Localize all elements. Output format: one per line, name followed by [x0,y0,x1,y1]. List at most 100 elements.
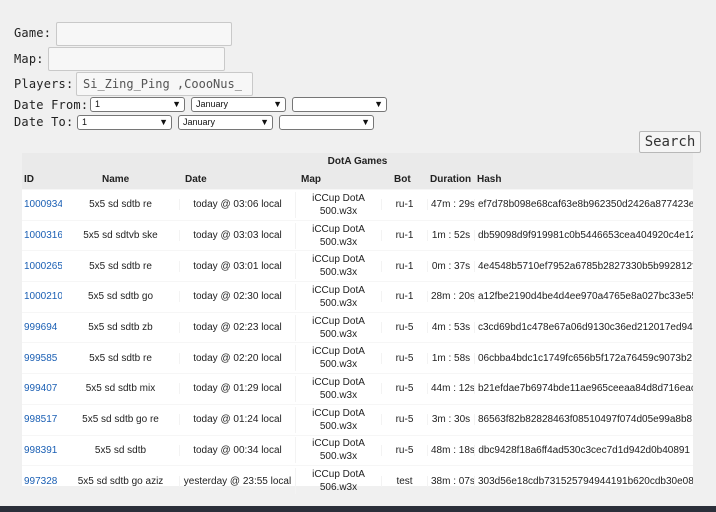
game-duration-cell: 0m : 37s [427,260,474,272]
header-bot: Bot [394,174,411,185]
game-date-cell: today @ 02:23 local [179,322,295,334]
date-from-day-select[interactable]: 1 ▼ [90,97,185,112]
game-hash-cell: 303d56e18cdb731525794944191b620cdb30e08f [474,475,693,487]
game-id-cell: 1000265 [22,261,62,272]
map-input[interactable] [48,47,225,71]
bottom-bar [0,506,716,512]
game-bot-cell: ru-1 [381,260,427,272]
game-name-cell: 5x5 sd sdtb [94,444,147,456]
game-id-link[interactable]: 1000934 [24,199,62,210]
table-row: 999694 5x5 sd sdtb zb today @ 02:23 loca… [22,311,693,343]
chevron-down-icon: ▼ [374,99,383,109]
date-to-year-select[interactable]: ▼ [279,115,374,130]
game-bot-cell: ru-5 [381,414,427,426]
table-row: 1000210 5x5 sd sdtb go today @ 02:30 loc… [22,281,693,312]
game-id-link[interactable]: 999407 [24,383,57,394]
date-to-label: Date To: [14,115,74,129]
games-table: DotA Games ID Name Date Map Bot Duration… [22,153,693,495]
table-row: 997328 5x5 sd sdtb go aziz yesterday @ 2… [22,465,693,496]
game-id-cell: 1000934 [22,199,62,210]
game-date-cell: yesterday @ 23:55 local [179,475,295,487]
date-to-day-value: 1 [82,117,88,127]
table-row: 998391 5x5 sd sdtb today @ 00:34 local i… [22,434,693,466]
game-map-cell: iCCup DotA 500.w3x [295,283,381,310]
game-date-cell: today @ 02:20 local [179,352,295,364]
game-bot-cell: ru-1 [381,291,427,303]
header-map: Map [301,174,321,185]
game-map-cell: iCCup DotA 500.w3x [295,406,381,433]
game-hash-cell: 06cbba4bdc1c1749fc656b5f172a76459c9073b2 [474,352,693,364]
game-bot-cell: ru-5 [381,383,427,395]
chevron-down-icon: ▼ [273,99,282,109]
table-row: 1000265 5x5 sd sdtb re today @ 03:01 loc… [22,250,693,281]
game-id-link[interactable]: 1000316 [24,230,62,241]
game-name-cell: 5x5 sd sdtb go aziz [77,475,164,487]
game-name-cell: 5x5 sd sdtb zb [88,322,153,334]
game-hash-cell: ef7d78b098e68caf63e8b962350d2426a877423e [474,199,693,211]
game-duration-cell: 44m : 12s [427,383,474,395]
game-id-cell: 1000210 [22,291,62,302]
players-input[interactable]: Si_Zing_Ping ,CoooNus_ [76,72,253,96]
game-input[interactable] [56,22,232,46]
game-map-cell: iCCup DotA 506.w3x [295,468,381,495]
search-button[interactable]: Search [639,131,701,153]
date-from-month-value: January [196,99,229,109]
game-hash-cell: 4e4548b5710ef7952a6785b2827330b5b992812f [474,260,693,272]
game-hash-cell: a12fbe2190d4be4d4ee970a4765e8a027bc33e55 [474,291,693,303]
map-label: Map: [14,52,44,66]
game-duration-cell: 1m : 58s [427,352,474,364]
chevron-down-icon: ▼ [361,117,370,127]
game-bot-cell: test [381,475,427,487]
header-date: Date [185,174,207,185]
game-duration-cell: 3m : 30s [427,414,474,426]
date-from-month-select[interactable]: January ▼ [191,97,286,112]
game-hash-cell: dbc9428f18a6ff4ad530c3cec7d1d942d0b40891 [474,444,693,456]
game-map-cell: iCCup DotA 500.w3x [295,437,381,464]
game-bot-cell: ru-5 [381,322,427,334]
game-id-link[interactable]: 999585 [24,353,57,364]
game-id-cell: 998517 [22,414,62,425]
game-id-link[interactable]: 997328 [24,476,57,487]
table-row: 1000934 5x5 sd sdtb re today @ 03:06 loc… [22,189,693,220]
game-map-cell: iCCup DotA 500.w3x [295,253,381,280]
game-date-cell: today @ 02:30 local [179,291,295,303]
header-id: ID [24,174,34,185]
game-duration-cell: 4m : 53s [427,322,474,334]
date-to-day-select[interactable]: 1 ▼ [77,115,172,130]
date-from-year-select[interactable]: ▼ [292,97,387,112]
game-duration-cell: 47m : 29s [427,199,474,211]
game-date-cell: today @ 03:01 local [179,260,295,272]
chevron-down-icon: ▼ [172,99,181,109]
date-to-month-value: January [183,117,216,127]
game-hash-cell: 86563f82b82828463f08510497f074d05e99a8b8 [474,414,693,426]
game-map-cell: iCCup DotA 500.w3x [295,222,381,249]
game-bot-cell: ru-5 [381,444,427,456]
table-row: 999407 5x5 sd sdtb mix today @ 01:29 loc… [22,373,693,404]
table-row: 999585 5x5 sd sdtb re today @ 02:20 loca… [22,342,693,373]
game-map-cell: iCCup DotA 500.w3x [295,345,381,372]
header-name: Name [102,174,130,185]
game-hash-cell: c3cd69bd1c478e67a06d9130c36ed212017ed948 [474,322,693,334]
table-row: 1000316 5x5 sd sdtvb ske today @ 03:03 l… [22,219,693,251]
game-id-link[interactable]: 1000265 [24,261,62,272]
game-id-cell: 997328 [22,476,62,487]
game-bot-cell: ru-5 [381,352,427,364]
game-id-link[interactable]: 999694 [24,322,57,333]
game-id-link[interactable]: 1000210 [24,291,62,302]
game-name-cell: 5x5 sd sdtb go re [82,414,159,426]
game-id-cell: 999407 [22,383,62,394]
game-hash-cell: db59098d9f919981c0b5446653cea404920c4e12 [474,230,693,242]
game-bot-cell: ru-1 [381,199,427,211]
game-id-link[interactable]: 998391 [24,445,57,456]
game-date-cell: today @ 03:03 local [179,230,295,242]
game-map-cell: iCCup DotA 500.w3x [295,314,381,341]
game-duration-cell: 38m : 07s [427,475,474,487]
game-name-cell: 5x5 sd sdtb re [89,352,152,364]
date-to-month-select[interactable]: January ▼ [178,115,273,130]
game-label: Game: [14,26,52,40]
game-id-cell: 1000316 [22,230,62,241]
game-duration-cell: 48m : 18s [427,444,474,456]
game-date-cell: today @ 01:24 local [179,414,295,426]
game-id-link[interactable]: 998517 [24,414,57,425]
date-from-label: Date From: [14,98,89,112]
